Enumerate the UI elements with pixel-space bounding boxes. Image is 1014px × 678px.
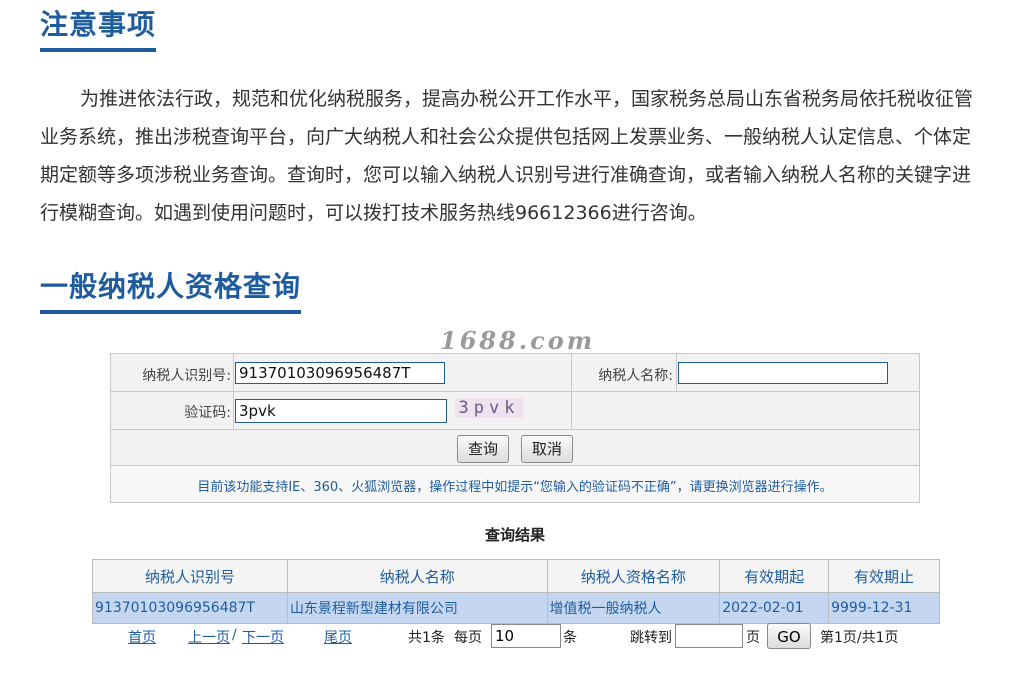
taxpayer-id-label: 纳税人识别号:	[142, 368, 231, 384]
results-title: 查询结果	[484, 526, 545, 544]
total-count: 共1条	[408, 630, 445, 646]
notice-title: 注意事项	[40, 8, 157, 52]
query-button[interactable]: 查询	[457, 435, 510, 463]
notice-text: 为推进依法行政，规范和优化纳税服务，提高办税公开工作水平，国家税务总局山东省税务…	[40, 88, 974, 224]
page-status: 第1页/共1页	[820, 630, 899, 646]
form-row-tip: 目前该功能支持IE、360、火狐浏览器，操作过程中如提示“您输入的验证码不正确”…	[111, 466, 919, 502]
first-page-link[interactable]: 首页	[128, 627, 156, 647]
query-form: 纳税人识别号: 纳税人名称: 验证码: 3pvk 查询 取消 目前该功能支持IE…	[110, 353, 920, 503]
query-title: 一般纳税人资格查询	[40, 270, 302, 314]
col-taxpayer-name: 纳税人名称	[286, 559, 548, 593]
pagination: 首页 上一页 / 下一页 尾页 共1条 每页 条 跳转到 页 GO 第1页/共1…	[0, 622, 1014, 650]
captcha-image[interactable]: 3pvk	[455, 398, 523, 418]
watermark: 1688.com	[440, 326, 596, 355]
taxpayer-name-input[interactable]	[678, 362, 888, 384]
cell-qualification: 增值税一般纳税人	[546, 592, 721, 624]
captcha-input[interactable]	[235, 399, 447, 423]
form-row-identity: 纳税人识别号: 纳税人名称:	[111, 354, 919, 392]
page-unit: 页	[746, 630, 760, 646]
per-page-label: 每页	[454, 630, 482, 646]
cell-taxpayer-name: 山东景程新型建材有限公司	[286, 592, 548, 624]
col-qualification: 纳税人资格名称	[546, 559, 721, 593]
results-table: 纳税人识别号 纳税人名称 纳税人资格名称 有效期起 有效期止 913701030…	[92, 559, 940, 624]
last-page-link[interactable]: 尾页	[324, 627, 352, 647]
pager-separator: /	[232, 627, 237, 643]
form-row-captcha: 验证码: 3pvk	[111, 392, 919, 430]
go-button[interactable]: GO	[767, 623, 811, 649]
prev-page-link[interactable]: 上一页	[188, 627, 230, 647]
form-row-buttons: 查询 取消	[111, 430, 919, 466]
table-row[interactable]: 91370103096956487T 山东景程新型建材有限公司 增值税一般纳税人…	[92, 592, 940, 624]
col-valid-from: 有效期起	[719, 559, 830, 593]
per-page-unit: 条	[563, 630, 577, 646]
taxpayer-name-label: 纳税人名称:	[598, 368, 673, 384]
cancel-button[interactable]: 取消	[521, 435, 574, 463]
col-taxpayer-id: 纳税人识别号	[92, 559, 288, 593]
cell-valid-from: 2022-02-01	[719, 592, 830, 624]
jump-label: 跳转到	[630, 630, 672, 646]
cell-valid-to: 9999-12-31	[828, 592, 940, 624]
browser-tip: 目前该功能支持IE、360、火狐浏览器，操作过程中如提示“您输入的验证码不正确”…	[197, 480, 833, 495]
next-page-link[interactable]: 下一页	[242, 627, 284, 647]
captcha-label: 验证码:	[184, 405, 231, 421]
col-valid-to: 有效期止	[828, 559, 940, 593]
jump-page-input[interactable]	[675, 624, 743, 648]
taxpayer-id-input[interactable]	[235, 362, 445, 384]
per-page-input[interactable]	[491, 624, 561, 648]
cell-taxpayer-id: 91370103096956487T	[92, 592, 288, 624]
results-header-row: 纳税人识别号 纳税人名称 纳税人资格名称 有效期起 有效期止	[92, 559, 940, 593]
